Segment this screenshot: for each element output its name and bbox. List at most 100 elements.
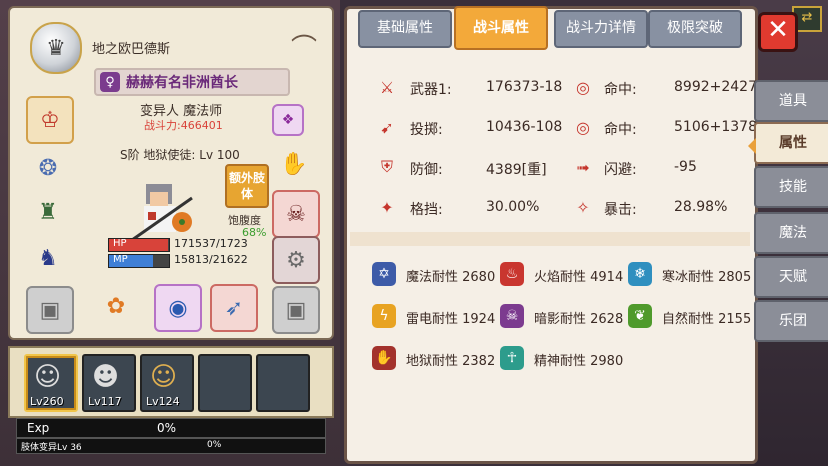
- character-panel: ♛ 地之欧巴德斯 ⌒ ♀ 赫赫有名非洲酋长 变异人 魔法师 战斗力:466401…: [8, 6, 334, 340]
- hit-value: 8992+2427: [674, 79, 757, 95]
- exp-value: 0%: [157, 421, 177, 435]
- necklace-slot[interactable]: ❂: [26, 146, 70, 190]
- empty-slot-icon: ▣: [39, 297, 61, 323]
- tab-power-detail[interactable]: 战斗力详情: [554, 10, 648, 48]
- active-arrow-icon: [748, 138, 756, 154]
- stat-row-throw: ➹ 投掷: 10436-108 ◎ 命中: 5106+1378: [358, 114, 757, 144]
- dodge-label: 闪避:: [604, 162, 637, 178]
- rank-badge-icon[interactable]: ♛: [30, 22, 82, 74]
- nature-icon: ❦: [628, 304, 652, 328]
- orb-icon: ◉: [168, 295, 188, 321]
- nav-attributes[interactable]: 属性: [748, 122, 828, 164]
- resistances: ✡ 魔法耐性 2680 ♨ 火焰耐性 4914 ❄ 寒冰耐性 2805 ϟ 雷电…: [366, 258, 756, 378]
- skull-helm-icon: ☠: [286, 201, 306, 227]
- stat-row-defense: ⛨ 防御: 4389[重] ➟ 闪避: -95: [358, 154, 748, 184]
- team-slot-5[interactable]: [256, 354, 310, 412]
- location-name: 地之欧巴德斯: [92, 42, 171, 57]
- tab-basic[interactable]: 基础属性: [358, 10, 452, 48]
- mp-bar: MP: [108, 254, 170, 268]
- block-icon: ✦: [380, 197, 394, 217]
- stat-row-weapon: ⚔ 武器1: 176373-18 ◎ 命中: 8992+2427: [358, 74, 757, 104]
- resist-spirit-text: 精神耐性 2980: [534, 354, 624, 369]
- team-slot-level: Lv260: [30, 395, 64, 408]
- glove-icon: ✋: [280, 151, 308, 177]
- weapon-value: 176373-18: [486, 79, 563, 95]
- resist-ice-text: 寒冰耐性 2805: [662, 270, 752, 285]
- dodge-value: -95: [674, 159, 697, 175]
- accessory-slot-3[interactable]: ➶: [210, 284, 258, 332]
- exp-label: Exp: [27, 421, 50, 435]
- team-bar: ☺ Lv260 ☻ Lv117 ☺ Lv124: [8, 346, 334, 418]
- cloak-icon: ♞: [38, 245, 58, 271]
- resist-nature-text: 自然耐性 2155: [662, 312, 752, 327]
- target-icon: ◎: [576, 77, 590, 97]
- glove-slot[interactable]: ✋: [272, 142, 316, 186]
- tier-level: S阶 地狱使徒: Lv 100: [120, 148, 240, 162]
- belt-slot[interactable]: ☠: [272, 190, 320, 238]
- empty-slot-icon: ▣: [285, 297, 307, 323]
- pumpkin-icon: ✿: [106, 293, 126, 319]
- mp-text: 15813/21622: [174, 253, 248, 266]
- crit-label: 暴击:: [604, 202, 637, 218]
- hit-label: 命中:: [604, 122, 637, 138]
- stat-row-block: ✦ 格挡: 30.00% ✧ 暴击: 28.98%: [358, 194, 748, 224]
- team-slot-level: Lv117: [88, 395, 122, 408]
- tab-combat[interactable]: 战斗属性: [454, 6, 548, 50]
- hit-value: 5106+1378: [674, 119, 757, 135]
- accessory-slot-1[interactable]: ✿: [94, 284, 138, 328]
- defense-value: 4389[重]: [486, 162, 547, 178]
- sword-icon: ⚔: [379, 77, 395, 97]
- close-button[interactable]: ✕: [758, 12, 798, 52]
- mutation-value: 0%: [207, 440, 222, 450]
- crit-value: 28.98%: [674, 199, 728, 215]
- resist-fire-text: 火焰耐性 4914: [534, 270, 624, 285]
- nav-attributes-label: 属性: [779, 135, 807, 151]
- character-title: 赫赫有名非洲酋长: [126, 75, 238, 91]
- helmet-slot[interactable]: ♔: [26, 96, 74, 144]
- nav-band[interactable]: 乐团: [754, 300, 828, 342]
- gem-slot[interactable]: ❖: [272, 104, 304, 136]
- resist-magic-text: 魔法耐性 2680: [406, 270, 496, 285]
- team-slot-3[interactable]: ☺ Lv124: [140, 354, 194, 412]
- dodge-icon: ➟: [576, 157, 590, 177]
- spirit-icon: ☥: [500, 346, 524, 370]
- nav-magic[interactable]: 魔法: [754, 212, 828, 254]
- female-icon: ♀: [100, 72, 120, 92]
- bow-icon: ➹: [380, 117, 394, 137]
- necklace-icon: ❂: [38, 155, 58, 181]
- boots-slot[interactable]: ⚙: [272, 236, 320, 284]
- hp-bar: HP: [108, 238, 170, 252]
- nav-items[interactable]: 道具: [754, 80, 828, 122]
- title-bar[interactable]: ♀ 赫赫有名非洲酋长: [94, 68, 290, 96]
- fish-icon: ➶: [224, 295, 244, 321]
- team-slot-1[interactable]: ☺ Lv260: [24, 354, 78, 412]
- ice-icon: ❄: [628, 262, 652, 286]
- nav-talent[interactable]: 天赋: [754, 256, 828, 298]
- lightning-icon: ϟ: [372, 304, 396, 328]
- stat-tabs: 基础属性 战斗属性 战斗力详情 极限突破: [358, 6, 744, 50]
- exp-bar: Exp 0%: [16, 418, 326, 438]
- shield-icon: ⛨: [380, 157, 393, 176]
- nav-skills[interactable]: 技能: [754, 166, 828, 208]
- throw-label: 投掷:: [410, 122, 443, 138]
- empty-slot-left[interactable]: ▣: [26, 286, 74, 334]
- empty-slot-right[interactable]: ▣: [272, 286, 320, 334]
- team-slot-2[interactable]: ☻ Lv117: [82, 354, 136, 412]
- team-slot-level: Lv124: [146, 395, 180, 408]
- armor-slot[interactable]: ♜: [26, 190, 70, 234]
- resist-shadow-text: 暗影耐性 2628: [534, 312, 624, 327]
- throw-value: 10436-108: [486, 119, 563, 135]
- cloak-slot[interactable]: ♞: [26, 236, 70, 280]
- hanger-icon[interactable]: ⌒: [284, 28, 324, 66]
- fire-icon: ♨: [500, 262, 524, 286]
- tab-limit-break[interactable]: 极限突破: [648, 10, 742, 48]
- block-value: 30.00%: [486, 199, 540, 215]
- extra-limb-button[interactable]: 额外肢体: [225, 164, 269, 208]
- magic-icon: ✡: [372, 262, 396, 286]
- shadow-icon: ☠: [500, 304, 524, 328]
- team-slot-4[interactable]: [198, 354, 252, 412]
- character-portrait-icon: ☺: [34, 362, 62, 392]
- hit-label: 命中:: [604, 82, 637, 98]
- accessory-slot-2[interactable]: ◉: [154, 284, 202, 332]
- defense-label: 防御:: [410, 162, 443, 178]
